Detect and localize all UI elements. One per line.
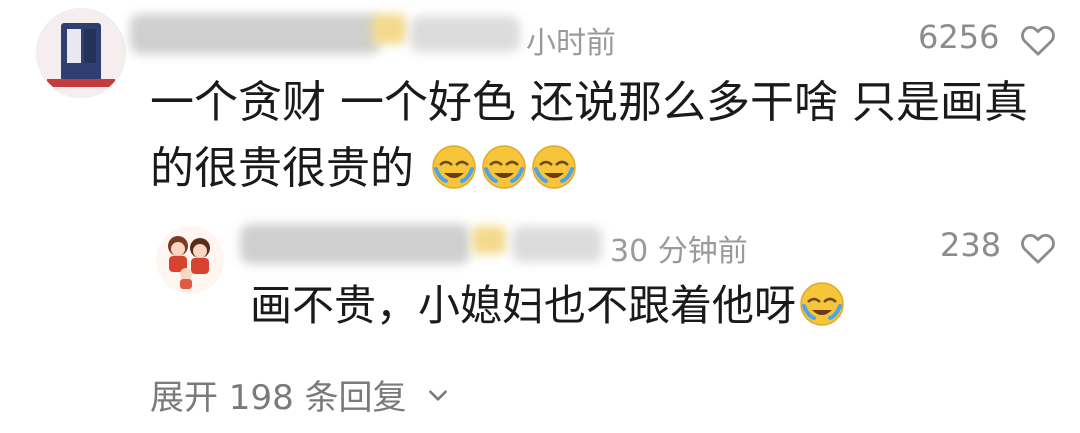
heart-icon[interactable] (1018, 228, 1058, 268)
comment-body: 一个贪财 一个好色 还说那么多干啥 只是画真的很贵很贵的 (150, 77, 1028, 194)
crying-laughing-face-icon (532, 145, 576, 189)
blurred-badge (472, 226, 506, 254)
crying-laughing-face-icon (800, 282, 844, 326)
blurred-username (130, 14, 380, 54)
heart-icon[interactable] (1018, 20, 1058, 60)
cartoon-family-avatar-icon[interactable] (156, 226, 224, 294)
like-count: 238 (940, 226, 1002, 264)
comment-text: 一个贪财 一个好色 还说那么多干啥 只是画真的很贵很贵的 (150, 70, 1030, 202)
crying-laughing-face-icon (482, 145, 526, 189)
blurred-location (512, 226, 602, 262)
reply-text: 画不贵，小媳妇也不跟着他呀 (250, 276, 1030, 336)
blurred-badge (372, 14, 406, 44)
reply-time: 30 分钟前 (610, 234, 748, 269)
blurred-username (240, 224, 470, 264)
reply-body: 画不贵，小媳妇也不跟着他呀 (250, 281, 797, 330)
chevron-down-icon (428, 389, 447, 401)
expand-replies-button[interactable]: 展开 198 条回复 (150, 370, 451, 419)
like-count: 6256 (918, 18, 1000, 56)
expand-replies-label: 展开 198 条回复 (150, 378, 407, 418)
product-box-avatar-icon[interactable] (36, 8, 126, 98)
crying-laughing-face-icon (432, 145, 476, 189)
blurred-location (410, 16, 520, 52)
comment-time: 小时前 (526, 26, 616, 61)
